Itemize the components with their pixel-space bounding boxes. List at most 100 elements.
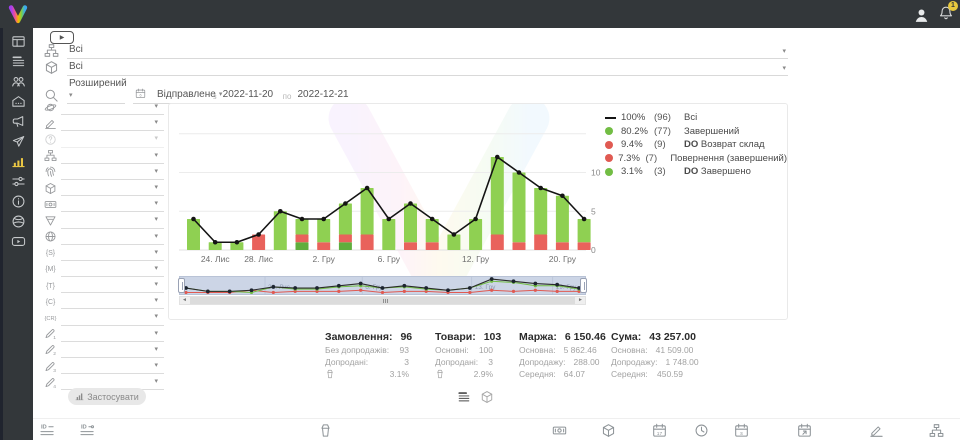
package-icon[interactable] (601, 423, 616, 438)
filter-select-banknote[interactable]: ▾ (44, 196, 164, 212)
stats-row-value: 41 509.00 (656, 345, 694, 355)
apply-filters-label: Застосувати (87, 392, 139, 402)
stats-column: Замовлення:96Без допродажів:93Допродані:… (325, 329, 409, 380)
settings-sliders-icon (11, 174, 26, 189)
calendar-day-icon[interactable]: s (734, 423, 749, 438)
scroll-left-arrow[interactable]: ◄ (180, 297, 189, 304)
svg-text:{T}: {T} (46, 283, 56, 290)
svg-text:12. Гру: 12. Гру (462, 254, 490, 264)
stats-row: Основні:100 (435, 344, 493, 356)
sidebar-item-send[interactable] (7, 134, 29, 149)
chevron-down-icon: ▾ (154, 264, 158, 272)
chart-scrollbar[interactable]: ◄ ► (179, 296, 586, 305)
stats-row-value: 64.07 (564, 369, 585, 379)
apply-filters-button[interactable]: Застосувати (68, 388, 146, 405)
filter-select-fingerprint[interactable]: ▾ (44, 164, 164, 180)
legend-item[interactable]: 80.2%(77)Завершений (605, 125, 787, 139)
filter-value (61, 342, 164, 358)
filter-select-globe[interactable]: ▾ (44, 229, 164, 245)
banknote-icon[interactable] (552, 423, 567, 438)
scrollbar-thumb[interactable] (190, 297, 575, 304)
filter-select-brace-cr[interactable]: {CR}▾ (44, 309, 164, 325)
stats-row-value: 5 862.46 (564, 345, 597, 355)
filter-select-brace-t[interactable]: {T}▾ (44, 277, 164, 293)
chevron-down-icon: ▾ (782, 64, 786, 72)
legend-item[interactable]: 9.4%(9)DO Возврат склад (605, 138, 787, 152)
sidebar-item-integrations[interactable] (7, 214, 29, 229)
sidebar-item-info[interactable] (7, 194, 29, 209)
filter-value (61, 229, 164, 245)
sidebar-item-promotion[interactable] (7, 114, 29, 129)
filter-select-package[interactable]: ▾ (44, 180, 164, 196)
legend-percent: 100% (621, 112, 654, 123)
filter-select-brace-m[interactable]: {M} ▾ (44, 261, 164, 277)
id-products-icon[interactable]: ID (80, 423, 95, 438)
filter-select-question[interactable]: ▾ (44, 131, 164, 147)
id-orders-icon[interactable]: ID (40, 423, 55, 438)
sidebar-item-analytics[interactable] (7, 154, 29, 169)
stats-header-value: 103 (484, 331, 502, 343)
filter-select-custom-field-1[interactable]: 1▾ (44, 326, 164, 342)
sidebar-item-warehouse[interactable] (7, 94, 29, 109)
chart-range-navigator[interactable]: 28. Лис6. Гру13. Гру19. Гру (179, 276, 586, 295)
scroll-right-arrow[interactable]: ► (576, 297, 585, 304)
filter-select-funnel[interactable]: ▾ (44, 212, 164, 228)
filter-select-planet[interactable]: ▾ (44, 99, 164, 115)
legend-dot-marker (605, 154, 618, 162)
chevron-down-icon: ▾ (154, 232, 158, 240)
app-logo[interactable] (7, 3, 29, 25)
sidebar-item-settings-sliders[interactable] (7, 174, 29, 189)
svg-text:ID: ID (81, 425, 87, 431)
sidebar-item-dashboard[interactable] (7, 34, 29, 49)
navigator-mini-chart: 28. Лис6. Гру13. Гру19. Гру (180, 277, 585, 294)
signature-icon[interactable] (869, 423, 884, 438)
filter-select-brace-c[interactable]: {C}▾ (44, 293, 164, 309)
notifications-bell[interactable]: 1 (938, 5, 954, 26)
filter-value (61, 293, 164, 309)
category-filter-select[interactable]: Всі ▾ (67, 61, 788, 76)
analytics-dashboard: { "header": { "bell_badge": "1" }, "side… (0, 0, 960, 440)
svg-text:6. Гру: 6. Гру (378, 254, 401, 264)
range-handle-right[interactable] (580, 278, 587, 293)
stats-row-value: 450.59 (657, 369, 683, 379)
legend-item[interactable]: 100%(96)Всі (605, 111, 787, 125)
filter-select-signature[interactable]: ▾ (44, 115, 164, 131)
stats-row-label: Середня: (519, 369, 556, 379)
clock-icon[interactable] (694, 423, 709, 438)
sidebar-item-customers[interactable] (7, 74, 29, 89)
date-to-input[interactable]: 2022-12-21 (295, 89, 353, 104)
sidebar (0, 0, 33, 440)
legend-percent: 80.2% (621, 126, 654, 137)
filter-value (61, 277, 164, 293)
sidebar-item-orders-list[interactable] (7, 54, 29, 69)
list-view-icon[interactable] (457, 390, 471, 404)
globe-icon (44, 230, 57, 243)
legend-item[interactable]: 3.1%(3)DO Завершено (605, 165, 787, 179)
stats-header: Сума:43 257.00 (611, 329, 683, 344)
user-avatar[interactable] (913, 7, 930, 24)
filter-select-brace-s[interactable]: {S}▾ (44, 245, 164, 261)
date-from-input[interactable]: 2022-11-20 (221, 89, 279, 104)
calendar-date-icon[interactable]: 17 (652, 423, 667, 438)
source-filter-select[interactable]: Всі ▾ (67, 44, 788, 59)
stats-header-label: Товари: (435, 331, 476, 343)
stats-column: Маржа:6 150.46Основна:5 862.46Допродажу:… (519, 329, 585, 380)
calendar-export-icon[interactable] (797, 423, 812, 438)
stats-row: Середня: 64.07 (519, 368, 585, 380)
svg-text:{M}: {M} (45, 267, 56, 274)
filter-select-custom-field-2[interactable]: 2▾ (44, 342, 164, 358)
date-from-value: 2022-11-20 (223, 89, 273, 100)
legend-percent: 9.4% (621, 139, 654, 150)
package-view-icon[interactable] (480, 390, 494, 404)
analytics-icon (11, 154, 26, 169)
filter-select-sitemap[interactable]: ▾ (44, 148, 164, 164)
stats-row-label: Допродажу: (519, 357, 566, 367)
filter-select-custom-field-3[interactable]: 3▾ (44, 358, 164, 374)
sitemap-icon[interactable] (929, 423, 944, 438)
chevron-down-icon: ▾ (154, 102, 158, 110)
cup-icon[interactable] (318, 423, 333, 438)
sidebar-item-video-tutorials[interactable] (7, 234, 29, 249)
range-handle-left[interactable] (178, 278, 185, 293)
calendar-icon: 6 (135, 88, 146, 99)
legend-item[interactable]: 7.3%(7)Повернення (завершений) (605, 152, 787, 166)
